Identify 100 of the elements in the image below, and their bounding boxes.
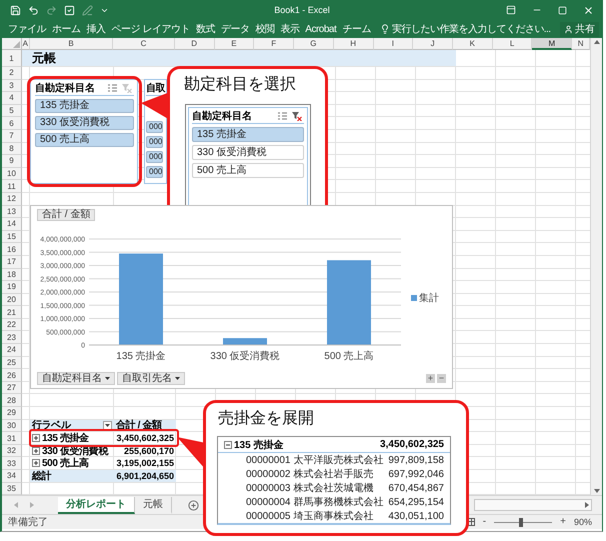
column-header[interactable]: G (294, 38, 334, 50)
row-header[interactable]: 19 (2, 281, 22, 294)
column-header[interactable]: C (113, 38, 175, 50)
row-header[interactable]: 6 (2, 117, 22, 130)
row-header[interactable]: 10 (2, 168, 22, 180)
horizontal-scrollbar[interactable] (474, 499, 592, 512)
row-header[interactable]: 9 (2, 155, 22, 168)
chart-size-button[interactable]: − (437, 374, 446, 383)
slicer-item[interactable]: 330 仮受消費税 (192, 145, 304, 160)
value-field-button[interactable]: 合計 / 金額 (37, 209, 96, 221)
column-header[interactable]: B (30, 38, 114, 50)
collapse-icon[interactable] (224, 440, 232, 448)
field-filter-button[interactable]: 自勘定科目名 (37, 372, 115, 385)
row-header[interactable]: 14 (2, 218, 22, 231)
expand-icon[interactable] (32, 434, 40, 442)
row-header[interactable]: 1 (2, 50, 22, 67)
row-header[interactable]: 21 (2, 306, 22, 319)
ribbon-tab[interactable]: 表示 (277, 20, 302, 38)
ribbon-tab[interactable]: データ (218, 20, 252, 38)
clear-filter-icon[interactable] (292, 112, 302, 120)
slicer-item[interactable]: 500 売上高 (192, 163, 304, 178)
row-header[interactable]: 29 (2, 407, 22, 420)
close-icon[interactable] (583, 4, 594, 16)
row-header[interactable]: 33 (2, 457, 22, 470)
row-header[interactable]: 7 (2, 130, 22, 143)
ribbon-tab[interactable]: ホーム (49, 20, 84, 38)
row-label: 135 売掛金 (42, 432, 90, 446)
row-header[interactable]: 30 (2, 420, 22, 432)
slicer-item[interactable]: 135 売掛金 (192, 127, 304, 142)
ribbon-tab[interactable]: 挿入 (84, 20, 108, 38)
filter-dropdown-button[interactable] (103, 420, 112, 430)
ribbon-tab[interactable]: ページ レイアウト (108, 20, 193, 38)
row-header[interactable]: 16 (2, 243, 22, 256)
ribbon-tab[interactable]: 数式 (192, 20, 218, 38)
slicer-item[interactable]: 000 (146, 121, 163, 133)
column-header[interactable]: H (334, 38, 374, 50)
row-header[interactable]: 32 (2, 444, 22, 458)
ribbon-tab[interactable]: チーム (339, 20, 374, 38)
row-header[interactable]: 15 (2, 230, 22, 244)
row-header[interactable]: 35 (2, 482, 22, 496)
row-header[interactable]: 20 (2, 294, 22, 306)
column-header[interactable]: I (374, 38, 414, 50)
row-header[interactable]: 22 (2, 318, 22, 332)
row-header[interactable]: 34 (2, 470, 22, 483)
row-header[interactable]: 11 (2, 180, 22, 193)
slicer-item[interactable]: 330 仮受消費税 (35, 116, 134, 130)
row-header[interactable]: 17 (2, 256, 22, 268)
ribbon-tab[interactable]: 校閲 (252, 20, 278, 38)
row-header[interactable]: 4 (2, 92, 22, 105)
slicer-item[interactable]: 000 (146, 151, 163, 163)
row-header[interactable]: 18 (2, 268, 22, 282)
status-text: 準備完了 (8, 516, 48, 530)
column-header[interactable]: F (254, 38, 294, 50)
row-header[interactable]: 27 (2, 382, 22, 394)
column-header[interactable]: K (452, 38, 493, 50)
zoom-slider-thumb[interactable] (518, 518, 523, 527)
scroll-right-icon[interactable] (585, 502, 589, 508)
value-text: 3,450,602,325 (116, 433, 174, 444)
row-header[interactable]: 28 (2, 394, 22, 408)
vertical-scrollbar[interactable] (590, 38, 602, 496)
save-icon[interactable] (10, 4, 21, 16)
row-header[interactable]: 23 (2, 331, 22, 344)
row-header[interactable]: 25 (2, 356, 22, 370)
row-header[interactable]: 2 (2, 67, 22, 80)
ribbon-tab[interactable]: Acrobat (302, 20, 340, 38)
slicer-item[interactable]: 000 (146, 166, 163, 178)
ribbon-tab[interactable]: ファイル (5, 20, 49, 38)
zoom-in-button[interactable]: + (558, 516, 568, 528)
multi-select-icon[interactable] (278, 112, 287, 120)
column-header[interactable]: J (413, 38, 453, 50)
checkbox-icon[interactable] (64, 4, 75, 16)
undo-icon[interactable] (28, 4, 39, 16)
row-header[interactable]: 3 (2, 80, 22, 92)
multi-select-icon[interactable] (108, 84, 117, 92)
zoom-out-button[interactable]: - (480, 516, 488, 528)
scroll-up-icon[interactable] (594, 40, 600, 44)
sheet-tab[interactable]: 分析レポート (58, 496, 135, 514)
row-header[interactable]: 26 (2, 369, 22, 382)
column-header[interactable]: N (572, 38, 590, 50)
column-header[interactable]: M (532, 38, 572, 50)
slicer-item[interactable]: 135 売掛金 (35, 99, 134, 113)
row-header[interactable]: 13 (2, 206, 22, 218)
column-header[interactable]: D (174, 38, 215, 50)
row-header[interactable]: 31 (2, 432, 22, 445)
add-sheet-icon[interactable] (188, 500, 199, 511)
column-header[interactable]: E (214, 38, 254, 50)
maximize-icon[interactable] (558, 6, 567, 14)
slicer-item[interactable]: 000 (146, 136, 163, 148)
chart-size-button[interactable]: + (426, 374, 435, 383)
row-header[interactable]: 5 (2, 104, 22, 118)
slicer-item[interactable]: 500 売上高 (35, 133, 134, 147)
row-header[interactable]: 24 (2, 344, 22, 357)
expand-icon[interactable] (32, 446, 40, 455)
share-button[interactable]: 共有 (560, 22, 599, 36)
expand-icon[interactable] (32, 459, 40, 468)
row-header[interactable]: 12 (2, 192, 22, 206)
row-header[interactable]: 8 (2, 142, 22, 156)
column-header[interactable]: L (492, 38, 532, 50)
field-filter-button[interactable]: 自取引先名 (117, 372, 185, 385)
ribbon-display-icon[interactable] (506, 5, 516, 15)
